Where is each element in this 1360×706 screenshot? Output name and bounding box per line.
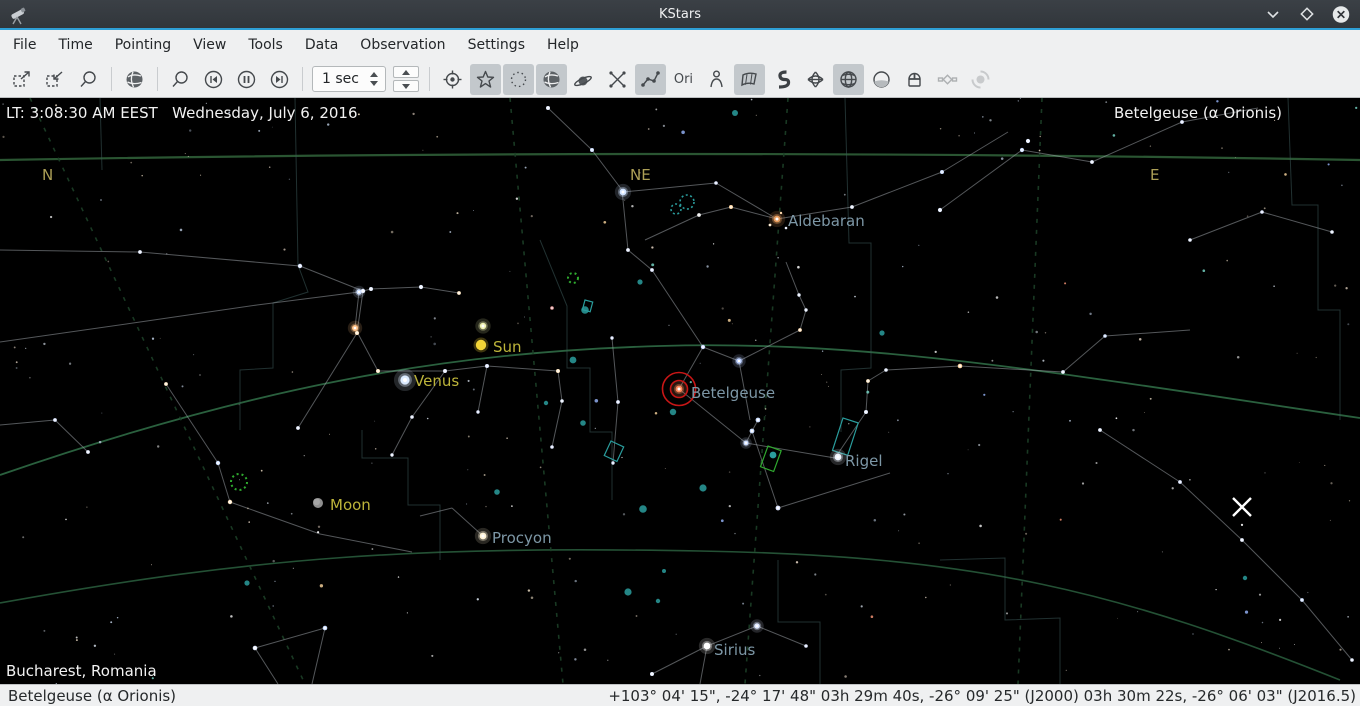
- menu-item-pointing[interactable]: Pointing: [104, 30, 182, 61]
- set-time-icon: [170, 69, 191, 90]
- time-step-spinbox[interactable]: 1 sec: [312, 66, 386, 92]
- show-supernovae-button: [965, 64, 996, 95]
- local-time-label: LT: 3:08:30 AM EEST Wednesday, July 6, 2…: [6, 104, 358, 122]
- show-constellation-boundaries-button[interactable]: [734, 64, 765, 95]
- title-bar[interactable]: KStars: [0, 0, 1360, 28]
- show-stars-icon: [475, 69, 496, 90]
- show-flags-icon: [904, 69, 925, 90]
- show-milky-way-icon: [772, 69, 793, 90]
- track-object-icon: [442, 69, 463, 90]
- geo-location-label: Bucharest, Romania: [6, 662, 157, 680]
- show-comets-icon: [574, 69, 595, 90]
- status-bar: Betelgeuse (α Orionis) +103° 04' 15", -2…: [0, 684, 1360, 706]
- toolbar-separator: [302, 67, 303, 91]
- show-flags-button[interactable]: [899, 64, 930, 95]
- find-object-button[interactable]: [73, 64, 104, 95]
- spin-down-icon[interactable]: [370, 81, 378, 86]
- show-supernovae-icon: [970, 69, 991, 90]
- main-toolbar: 1 sec Ori: [0, 61, 1360, 98]
- show-constellation-names-button[interactable]: Ori: [668, 64, 699, 95]
- set-geo-location-icon: [124, 69, 145, 90]
- show-ground-button[interactable]: [866, 64, 897, 95]
- toolbar-separator: [111, 67, 112, 91]
- sky-map[interactable]: LT: 3:08:30 AM EEST Wednesday, July 6, 2…: [0, 98, 1360, 684]
- show-equatorial-grid-button[interactable]: [800, 64, 831, 95]
- show-deep-sky-icon: [508, 69, 529, 90]
- time-step-decrease-button[interactable]: [393, 80, 419, 92]
- show-constellation-boundaries-icon: [739, 69, 760, 90]
- find-object-icon: [78, 69, 99, 90]
- close-button[interactable]: [1332, 5, 1350, 23]
- track-object-button[interactable]: [437, 64, 468, 95]
- time-step-back-button[interactable]: [198, 64, 229, 95]
- menu-item-help[interactable]: Help: [536, 30, 590, 61]
- menu-item-data[interactable]: Data: [294, 30, 349, 61]
- menu-item-time[interactable]: Time: [47, 30, 103, 61]
- show-solar-system-icon: [541, 69, 562, 90]
- show-constellation-art-icon: [706, 69, 727, 90]
- show-asteroids-button[interactable]: [602, 64, 633, 95]
- time-step-forward-icon: [269, 69, 290, 90]
- show-horizontal-grid-button[interactable]: [833, 64, 864, 95]
- menu-item-file[interactable]: File: [2, 30, 47, 61]
- time-step-increase-button[interactable]: [393, 66, 419, 78]
- window-title: KStars: [0, 7, 1360, 22]
- menu-item-view[interactable]: View: [182, 30, 237, 61]
- show-constellation-names-icon: Ori: [674, 72, 693, 87]
- sky-canvas[interactable]: [0, 98, 1360, 684]
- menu-item-settings[interactable]: Settings: [457, 30, 536, 61]
- zoom-in-select-icon: [12, 69, 33, 90]
- show-equatorial-grid-icon: [805, 69, 826, 90]
- menu-bar: FileTimePointingViewToolsDataObservation…: [0, 30, 1360, 61]
- toolbar-separator: [157, 67, 158, 91]
- show-satellites-button: [932, 64, 963, 95]
- show-solar-system-button[interactable]: [536, 64, 567, 95]
- focus-object-label: Betelgeuse (α Orionis): [1114, 104, 1282, 122]
- show-constellation-art-button[interactable]: [701, 64, 732, 95]
- status-object-name: Betelgeuse (α Orionis): [0, 687, 176, 705]
- set-geo-location-button[interactable]: [119, 64, 150, 95]
- maximize-button[interactable]: [1298, 5, 1316, 23]
- status-coordinates: +103° 04' 15", -24° 17' 48" 03h 29m 40s,…: [608, 687, 1360, 705]
- time-pause-icon: [236, 69, 257, 90]
- set-time-button[interactable]: [165, 64, 196, 95]
- show-comets-button[interactable]: [569, 64, 600, 95]
- time-pause-button[interactable]: [231, 64, 262, 95]
- zoom-out-select-button[interactable]: [40, 64, 71, 95]
- zoom-in-select-button[interactable]: [7, 64, 38, 95]
- show-stars-button[interactable]: [470, 64, 501, 95]
- show-ground-icon: [871, 69, 892, 90]
- spin-up-icon[interactable]: [370, 72, 378, 77]
- toolbar-separator: [429, 67, 430, 91]
- time-step-back-icon: [203, 69, 224, 90]
- menu-item-tools[interactable]: Tools: [237, 30, 294, 61]
- zoom-out-select-icon: [45, 69, 66, 90]
- time-step-value[interactable]: 1 sec: [313, 71, 367, 87]
- show-satellites-icon: [937, 69, 958, 90]
- time-step-forward-button[interactable]: [264, 64, 295, 95]
- show-constellation-lines-icon: [640, 69, 661, 90]
- mouse-cursor: [1233, 498, 1251, 516]
- show-horizontal-grid-icon: [838, 69, 859, 90]
- show-asteroids-icon: [607, 69, 628, 90]
- minimize-button[interactable]: [1264, 5, 1282, 23]
- show-deep-sky-button[interactable]: [503, 64, 534, 95]
- menu-item-observation[interactable]: Observation: [349, 30, 456, 61]
- show-constellation-lines-button[interactable]: [635, 64, 666, 95]
- kstars-window: KStars FileTimePointingViewToolsDataObse…: [0, 0, 1360, 706]
- show-milky-way-button[interactable]: [767, 64, 798, 95]
